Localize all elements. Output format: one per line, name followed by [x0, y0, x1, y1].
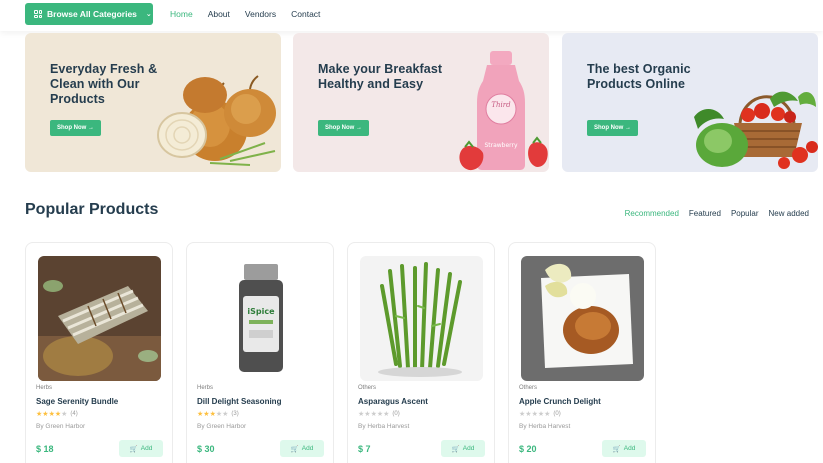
product-category: Herbs	[36, 385, 53, 391]
shop-now-button[interactable]: Shop Now →	[587, 120, 638, 136]
tab-popular[interactable]: Popular	[731, 209, 759, 218]
product-price: $ 30	[197, 444, 215, 454]
product-image	[360, 256, 483, 381]
product-category: Others	[519, 385, 538, 391]
bottle-label: Third	[491, 101, 511, 109]
rating-count: (3)	[231, 411, 239, 417]
banner-title: Everyday Fresh & Clean with Our Products	[50, 62, 158, 106]
product-vendor: By Green Harbor	[36, 423, 86, 430]
banner-title: Make your Breakfast Healthy and Easy	[318, 62, 443, 91]
promo-banner-fresh: Everyday Fresh & Clean with Our Products…	[25, 33, 281, 172]
star-icon: ★	[222, 411, 229, 418]
rating-count: (0)	[392, 411, 400, 417]
product-rating: ★ ★ ★ ★ ★ (0)	[358, 410, 400, 418]
add-to-cart-button[interactable]: 🛒 Add	[280, 440, 324, 457]
jar-label: iSpice	[247, 307, 275, 316]
product-vendor: By Herba Harvest	[358, 423, 410, 430]
product-card[interactable]: Others Apple Crunch Delight ★ ★ ★ ★ ★ (0) By…	[508, 242, 656, 463]
add-label: Add	[301, 445, 314, 452]
add-label: Add	[140, 445, 153, 452]
nav-link-about[interactable]: About	[208, 9, 230, 19]
promo-banner-organic: The best Organic Products Online Shop No…	[562, 33, 818, 172]
product-rating: ★ ★ ★ ★ ★ (4)	[36, 410, 78, 418]
product-name[interactable]: Apple Crunch Delight	[519, 397, 601, 406]
section-title: Popular Products	[25, 201, 159, 218]
product-card[interactable]: Others Asparagus Ascent ★ ★ ★ ★ ★ (0) By Her…	[347, 242, 495, 463]
add-label: Add	[462, 445, 475, 452]
product-name[interactable]: Sage Serenity Bundle	[36, 397, 118, 406]
main-nav: Home About Vendors Contact	[170, 9, 335, 19]
browse-categories-label: Browse All Categories	[47, 9, 137, 19]
add-to-cart-button[interactable]: 🛒 Add	[119, 440, 163, 457]
product-rating: ★ ★ ★ ★ ★ (0)	[519, 410, 561, 418]
tab-recommended[interactable]: Recommended	[625, 209, 679, 218]
tab-featured[interactable]: Featured	[689, 209, 721, 218]
cart-icon: 🛒	[612, 445, 621, 453]
promo-banner-breakfast: Make your Breakfast Healthy and Easy Sho…	[293, 33, 549, 172]
product-price: $ 20	[519, 444, 537, 454]
product-card[interactable]: Herbs Sage Serenity Bundle ★ ★ ★ ★ ★ (4) By …	[25, 242, 173, 463]
rating-count: (4)	[70, 411, 78, 417]
add-label: Add	[623, 445, 636, 452]
product-name[interactable]: Dill Delight Seasoning	[197, 397, 281, 406]
shop-now-button[interactable]: Shop Now →	[318, 120, 369, 136]
product-price: $ 7	[358, 444, 371, 454]
nav-link-home[interactable]: Home	[170, 9, 193, 19]
product-card[interactable]: iSpice Herbs Dill Delight Seasoning ★ ★ ★ ★…	[186, 242, 334, 463]
star-icon: ★	[61, 411, 68, 418]
bottle-sub-label: Strawberry	[484, 142, 518, 149]
star-icon: ★	[383, 411, 390, 418]
product-price: $ 18	[36, 444, 54, 454]
banner-title: The best Organic Products Online	[587, 62, 691, 91]
cart-icon: 🛒	[290, 445, 299, 453]
nav-link-vendors[interactable]: Vendors	[245, 9, 276, 19]
milk-bottle-image: Third Strawberry	[459, 51, 548, 171]
product-name[interactable]: Asparagus Ascent	[358, 397, 428, 406]
product-image	[521, 256, 644, 381]
onions-image	[157, 75, 276, 166]
product-category: Others	[358, 385, 377, 391]
nav-link-contact[interactable]: Contact	[291, 9, 320, 19]
product-rating: ★ ★ ★ ★ ★ (3)	[197, 410, 239, 418]
grid-icon	[34, 10, 42, 18]
shop-now-button[interactable]: Shop Now →	[50, 120, 101, 136]
product-vendor: By Green Harbor	[197, 423, 247, 430]
add-to-cart-button[interactable]: 🛒 Add	[441, 440, 485, 457]
chevron-down-icon: ⌄	[145, 11, 152, 18]
rating-count: (0)	[553, 411, 561, 417]
add-to-cart-button[interactable]: 🛒 Add	[602, 440, 646, 457]
product-image	[38, 256, 161, 381]
cart-icon: 🛒	[129, 445, 138, 453]
star-icon: ★	[544, 411, 551, 418]
vegetable-basket-image	[694, 91, 818, 169]
product-filter-tabs: Recommended Featured Popular New added	[615, 209, 809, 218]
browse-categories-button[interactable]: Browse All Categories ⌄	[25, 3, 153, 25]
top-navbar: Browse All Categories ⌄ Home About Vendo…	[0, 0, 823, 31]
product-category: Herbs	[197, 385, 214, 391]
cart-icon: 🛒	[451, 445, 460, 453]
tab-new-added[interactable]: New added	[769, 209, 809, 218]
product-image: iSpice	[199, 256, 322, 381]
product-vendor: By Herba Harvest	[519, 423, 571, 430]
